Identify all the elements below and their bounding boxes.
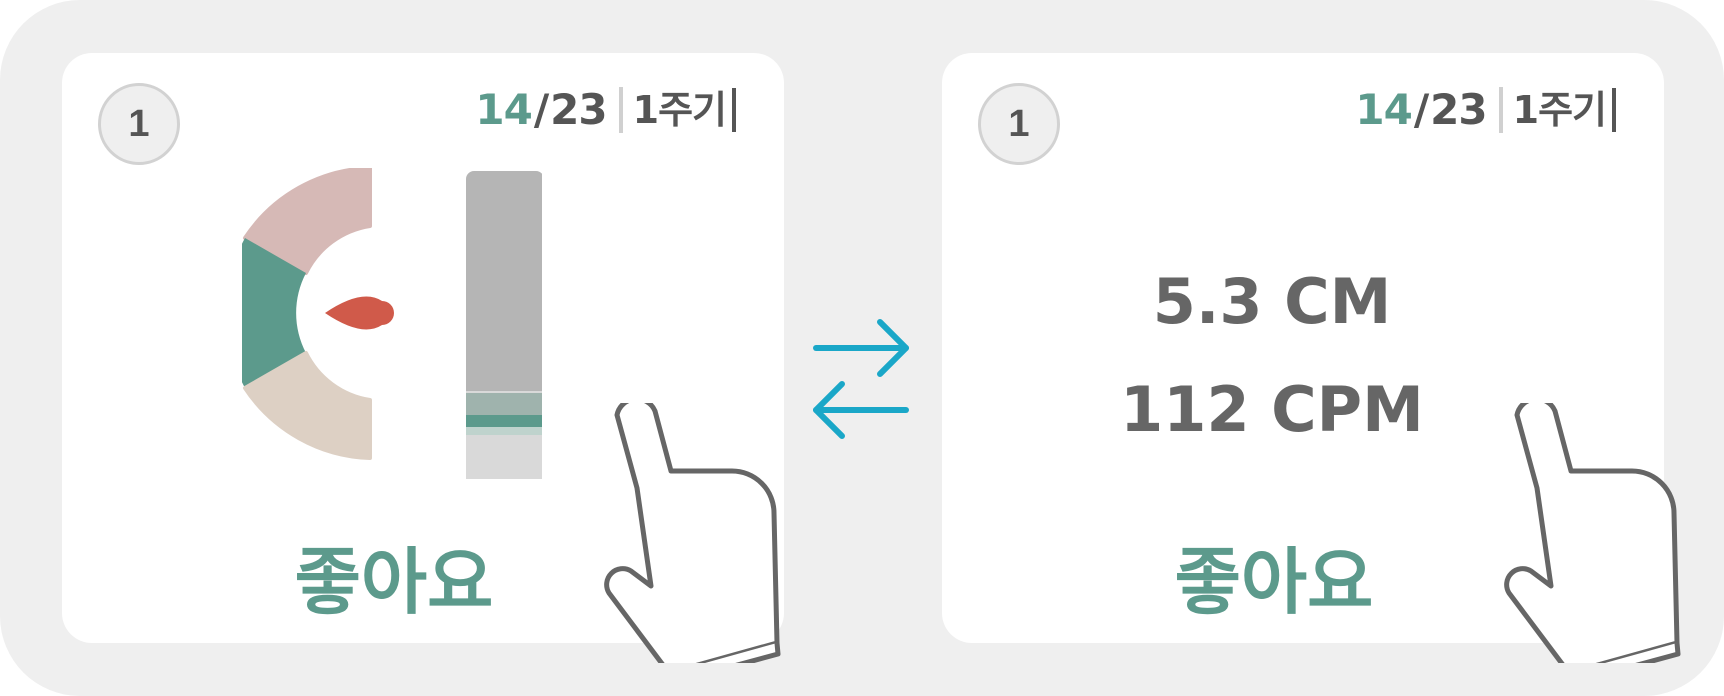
cycle-label: 1주기: [632, 88, 727, 132]
step-number-badge: 1: [978, 83, 1060, 165]
progress-indicator: 14 / 23 1주기: [475, 87, 736, 133]
gauge-needle: [325, 296, 394, 330]
progress-done: 14: [1355, 85, 1412, 134]
tap-hand-icon: [1504, 403, 1681, 663]
depth-value: 5.3 CM: [1152, 265, 1392, 338]
progress-total: 23: [550, 85, 607, 134]
step-number-badge: 1: [98, 83, 180, 165]
progress-separator: /: [1413, 85, 1429, 134]
progress-done: 14: [475, 85, 532, 134]
cycle-label: 1주기: [1512, 88, 1607, 132]
progress-indicator: 14 / 23 1주기: [1355, 87, 1616, 133]
rate-value: 112 CPM: [1120, 373, 1424, 446]
tap-hand-icon: [604, 403, 781, 663]
progress-total: 23: [1430, 85, 1487, 134]
cycle-end-mark: [1612, 88, 1616, 132]
app-frame: 1 14 / 23 1주기 좋아요 1 14 / 23 1주기 5.3 CM 1…: [0, 0, 1724, 696]
depth-bar-icon: [466, 171, 542, 479]
step-number: 1: [1008, 102, 1030, 145]
rate-gauge-icon: [242, 168, 394, 460]
progress-divider: [618, 87, 623, 133]
feedback-card-numeric[interactable]: 1 14 / 23 1주기 5.3 CM 112 CPM 좋아요: [942, 53, 1681, 663]
metrics-readout: 5.3 CM 112 CPM: [1082, 248, 1462, 464]
swap-arrows-icon[interactable]: [808, 316, 914, 440]
feedback-card-gauge[interactable]: 1 14 / 23 1주기 좋아요: [62, 53, 784, 663]
result-label: 좋아요: [1174, 540, 1374, 624]
progress-divider: [1498, 87, 1503, 133]
progress-separator: /: [533, 85, 549, 134]
cycle-end-mark: [732, 88, 736, 132]
step-number: 1: [128, 102, 150, 145]
